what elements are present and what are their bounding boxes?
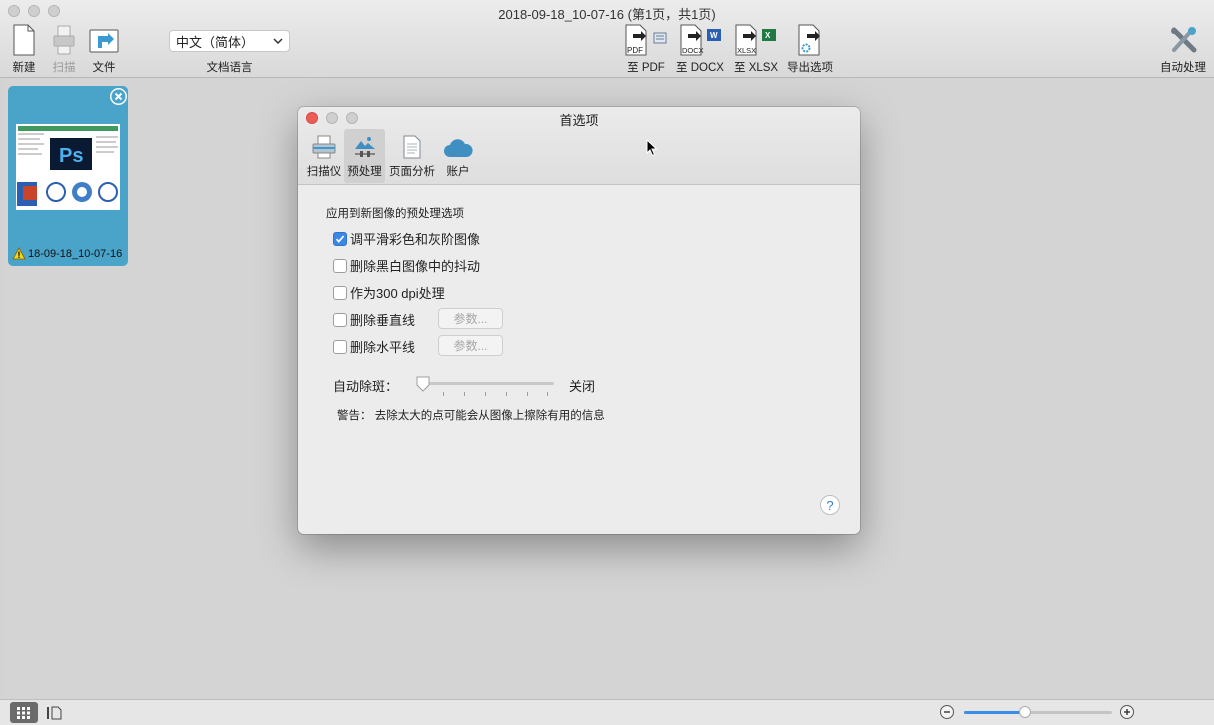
window-titlebar: 2018-09-18_10-07-16 (第1页，共1页) 新建 扫描 文件 中… — [0, 0, 1214, 78]
minus-icon — [944, 711, 950, 713]
tab-preprocessing-label: 预处理 — [347, 166, 382, 178]
zoom-out-button[interactable] — [940, 705, 954, 719]
scan-button[interactable]: 扫描 — [52, 24, 76, 75]
dialog-title: 首选项 — [559, 113, 599, 128]
thumbnail-name: 18-09-18_10-07-16 — [12, 247, 122, 260]
tab-scanner[interactable]: 扫描仪 — [304, 129, 344, 183]
excel-icon: X — [765, 31, 771, 40]
new-document-icon — [13, 24, 35, 56]
thumbnail-name-text: 18-09-18_10-07-16 — [28, 247, 123, 260]
to-pdf-button[interactable]: PDF 至 PDF — [624, 24, 668, 75]
photoshop-preview-text: Ps — [59, 145, 83, 167]
zoom-slider-fill — [964, 711, 1024, 714]
tab-preprocessing[interactable]: 预处理 — [344, 129, 385, 183]
document-language-value: 中文（简体） — [176, 34, 255, 50]
xlsx-export-icon: XLSX X — [735, 24, 777, 56]
to-xlsx-button[interactable]: XLSX X 至 XLSX — [734, 24, 778, 75]
close-icon — [111, 89, 126, 104]
export-options-label: 导出选项 — [787, 62, 833, 74]
tab-account[interactable]: 账户 — [440, 129, 476, 183]
scanner-icon — [312, 135, 336, 159]
grid-icon — [17, 706, 30, 719]
to-xlsx-label: 至 XLSX — [734, 62, 779, 74]
pdf-export-icon: PDF — [625, 24, 667, 56]
file-label: 文件 — [92, 62, 116, 74]
file-import-icon — [89, 29, 119, 53]
warning-icon — [12, 247, 26, 260]
docx-export-icon: DOCX W — [680, 24, 721, 56]
mouse-cursor-icon — [646, 139, 658, 157]
pdf-icon-text: PDF — [627, 46, 643, 55]
xlsx-icon-text: XLSX — [737, 46, 756, 55]
auto-process-label: 自动处理 — [1160, 62, 1206, 74]
dialog-toolbar: 首选项 扫描仪 预处理 页面分析 账户 — [298, 107, 860, 185]
new-label: 新建 — [12, 62, 36, 74]
thumbnail-preview: Ps — [16, 124, 120, 210]
page-icon — [403, 135, 421, 159]
scan-label: 扫描 — [52, 62, 76, 74]
document-language-label: 文档语言 — [206, 62, 253, 74]
zoom-slider-knob[interactable] — [1019, 706, 1031, 718]
chevron-down-icon — [273, 38, 283, 45]
tab-scanner-label: 扫描仪 — [306, 166, 342, 178]
image-adjust-icon — [354, 137, 375, 157]
docx-icon-text: DOCX — [682, 46, 704, 55]
tab-page-analysis[interactable]: 页面分析 — [389, 129, 435, 183]
export-settings-icon — [798, 24, 820, 56]
tools-icon — [1171, 27, 1197, 53]
to-docx-label: 至 DOCX — [676, 62, 724, 74]
export-options-button[interactable]: 导出选项 — [787, 24, 833, 75]
zoom-in-button[interactable] — [1120, 705, 1134, 719]
page-view-icon — [47, 706, 62, 719]
to-pdf-label: 至 PDF — [627, 62, 665, 74]
file-button[interactable]: 文件 — [88, 24, 120, 75]
document-language-select[interactable]: 中文（简体） — [169, 30, 290, 52]
word-icon: W — [710, 31, 718, 40]
new-button[interactable]: 新建 — [12, 24, 36, 75]
tab-page-analysis-label: 页面分析 — [389, 166, 435, 178]
remove-page-button[interactable] — [110, 88, 127, 105]
cloud-icon — [444, 139, 473, 157]
preferences-dialog: 首选项 扫描仪 预处理 页面分析 账户 — [298, 107, 860, 534]
window-title: 2018-09-18_10-07-16 (第1页，共1页) — [498, 7, 716, 22]
plus-icon — [1124, 709, 1130, 715]
to-docx-button[interactable]: DOCX W 至 DOCX — [676, 24, 724, 75]
grid-view-button[interactable] — [10, 702, 38, 723]
scanner-icon — [53, 25, 75, 55]
auto-process-button[interactable]: 自动处理 — [1160, 24, 1206, 75]
page-view-button[interactable] — [40, 702, 68, 723]
tab-account-label: 账户 — [446, 166, 470, 178]
